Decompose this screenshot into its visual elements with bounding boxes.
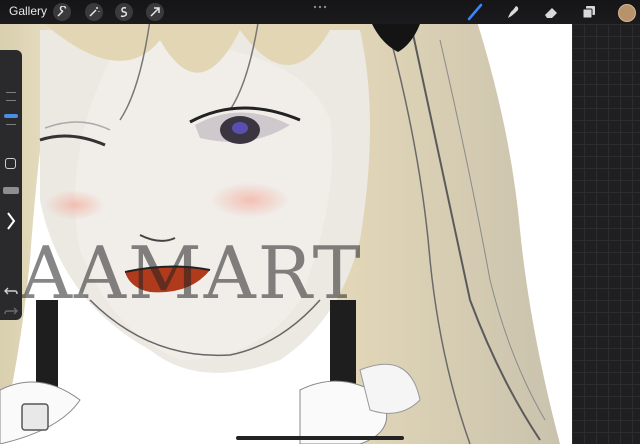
redo-icon[interactable] bbox=[4, 304, 18, 318]
gallery-button[interactable]: Gallery bbox=[9, 4, 47, 18]
watermark-text: AAMART bbox=[19, 231, 363, 315]
layers-icon[interactable] bbox=[580, 3, 598, 21]
magic-wand-icon[interactable] bbox=[85, 3, 103, 21]
selection-icon[interactable] bbox=[115, 3, 133, 21]
opacity-slider[interactable] bbox=[3, 187, 19, 194]
drawing-canvas[interactable]: AAMART bbox=[0, 0, 640, 444]
modify-button[interactable] bbox=[5, 158, 16, 169]
color-picker-button[interactable] bbox=[618, 4, 636, 22]
eraser-icon[interactable] bbox=[542, 3, 560, 21]
brush-icon[interactable] bbox=[466, 3, 484, 21]
brush-size-slider[interactable] bbox=[4, 86, 18, 146]
transform-arrow-icon[interactable] bbox=[146, 3, 164, 21]
artwork: AAMART bbox=[0, 0, 572, 444]
left-sidebar bbox=[0, 50, 22, 320]
wrench-icon[interactable] bbox=[53, 3, 71, 21]
canvas-outside-area bbox=[572, 0, 640, 444]
undo-icon[interactable] bbox=[4, 284, 18, 298]
top-toolbar: Gallery bbox=[0, 0, 640, 24]
home-indicator bbox=[236, 436, 404, 440]
smudge-icon[interactable] bbox=[504, 3, 522, 21]
collapse-chevron-icon[interactable] bbox=[5, 210, 17, 232]
more-options-icon[interactable] bbox=[312, 5, 328, 9]
